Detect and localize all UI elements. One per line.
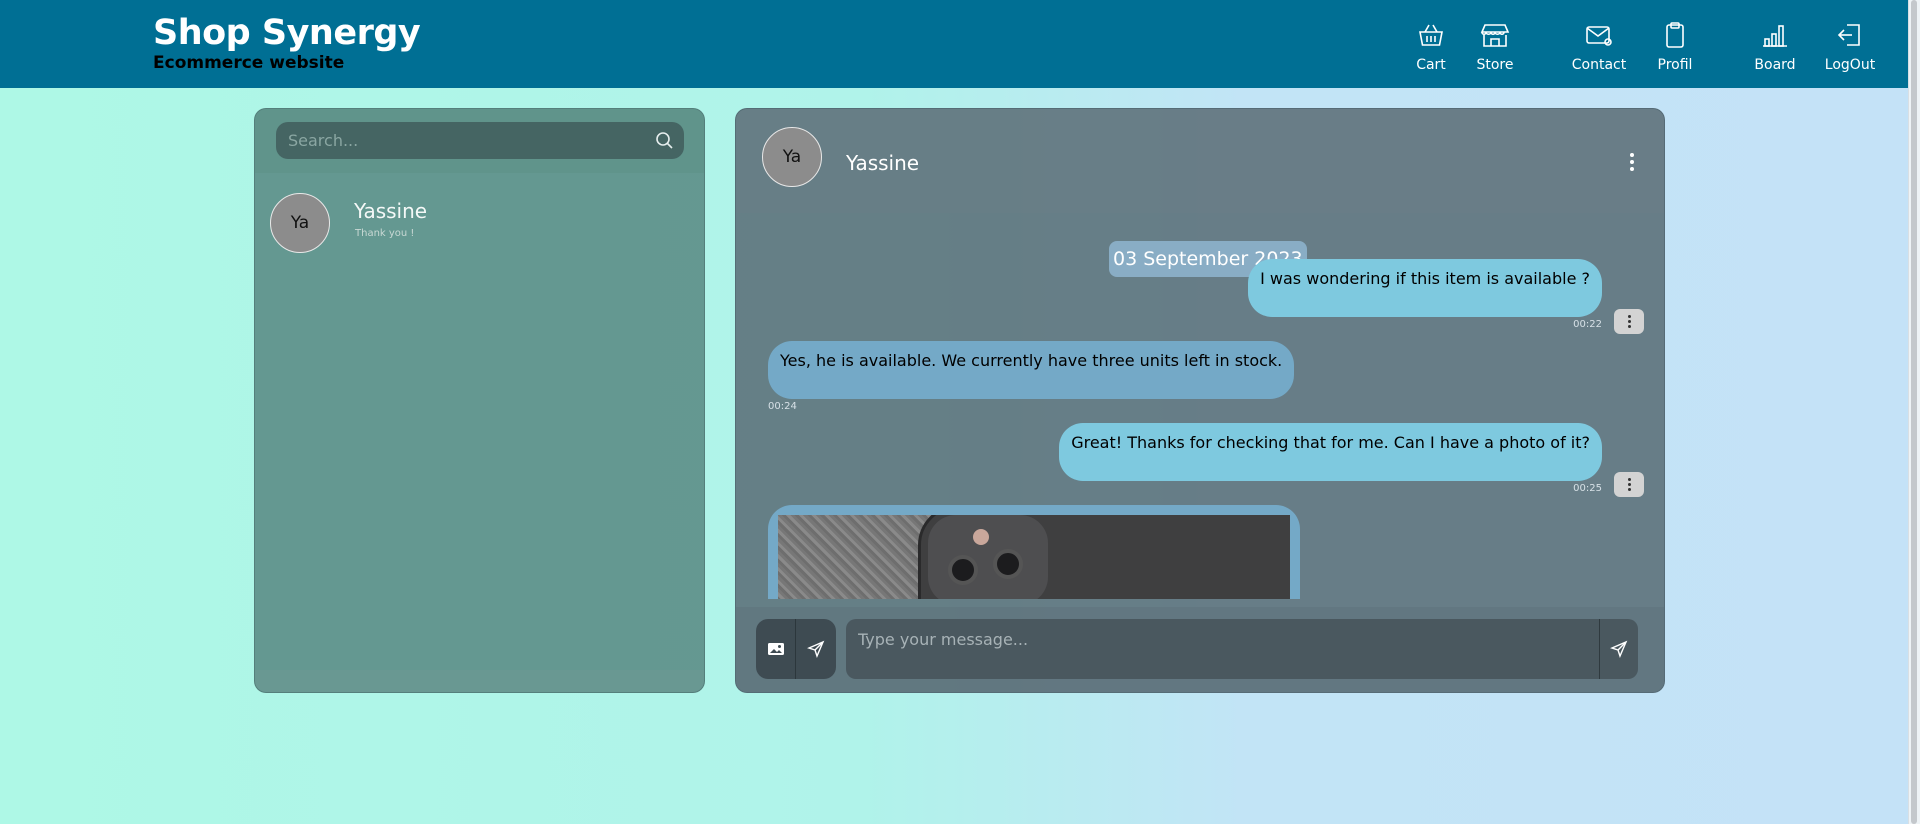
nav-logout[interactable]: LogOut: [1815, 20, 1885, 74]
message-options-button[interactable]: [1614, 309, 1644, 334]
conversation-item[interactable]: Ya Yassine Thank you !: [270, 193, 690, 255]
message-input[interactable]: [858, 619, 1578, 659]
message-text: I was wondering if this item is availabl…: [1260, 269, 1590, 288]
send-button[interactable]: [1600, 619, 1638, 679]
page-scrollbar[interactable]: [1908, 0, 1920, 824]
chat-contact-name: Yassine: [846, 151, 920, 175]
nav-board-label: Board: [1754, 57, 1796, 73]
quick-send-button[interactable]: [796, 619, 836, 679]
nav-cart-label: Cart: [1416, 57, 1446, 73]
message-input-box[interactable]: [846, 619, 1638, 679]
send-icon: [1610, 640, 1628, 658]
message-bubble-incoming: Yes, he is available. We currently have …: [768, 341, 1295, 399]
message-bubble-outgoing: Great! Thanks for checking that for me. …: [1059, 423, 1602, 481]
brand[interactable]: Shop Synergy Ecommerce website: [153, 12, 421, 73]
store-icon: [1480, 24, 1510, 47]
nav-cart[interactable]: Cart: [1396, 20, 1466, 74]
chat-panel: Ya Yassine 03 September 2023 I was wonde…: [735, 108, 1665, 693]
nav-board[interactable]: Board: [1740, 20, 1810, 74]
message-bubble-outgoing: I was wondering if this item is availabl…: [1248, 259, 1602, 317]
message-time: 00:25: [1573, 483, 1602, 494]
brand-subtitle: Ecommerce website: [153, 53, 345, 73]
send-icon: [807, 640, 825, 658]
nav-logout-label: LogOut: [1824, 57, 1876, 73]
search-icon[interactable]: [654, 130, 674, 150]
envelope-at-icon: [1586, 26, 1612, 46]
brand-title: Shop Synergy: [153, 13, 421, 53]
camera-lens: [993, 549, 1023, 579]
top-navbar: Shop Synergy Ecommerce website Cart Stor…: [0, 0, 1908, 88]
clipboard-icon: [1666, 22, 1684, 48]
camera-flash: [973, 529, 989, 545]
camera-lens: [948, 555, 978, 585]
phone-photo[interactable]: [778, 515, 1290, 599]
chat-contact-avatar[interactable]: Ya: [762, 127, 822, 187]
search-input[interactable]: [288, 122, 638, 159]
conversation-sidebar: Ya Yassine Thank you !: [254, 108, 705, 693]
nav-contact-label: Contact: [1571, 57, 1627, 73]
message-options-button[interactable]: [1614, 472, 1644, 497]
sidebar-footer: [255, 670, 704, 692]
message-composer: [736, 607, 1664, 692]
chat-menu-icon[interactable]: [1629, 153, 1635, 173]
attach-image-button[interactable]: [756, 619, 796, 679]
message-time: 00:24: [768, 401, 797, 412]
camera-bump: [928, 515, 1048, 599]
image-icon: [767, 643, 784, 655]
composer-actions: [756, 619, 836, 679]
conversation-name: Yassine: [354, 199, 428, 223]
nav-store[interactable]: Store: [1460, 20, 1530, 74]
basket-icon: [1419, 24, 1443, 46]
chat-header: Ya Yassine: [736, 109, 1664, 213]
message-text: Yes, he is available. We currently have …: [780, 351, 1283, 370]
message-image-bubble[interactable]: [768, 505, 1300, 599]
logout-icon: [1837, 24, 1860, 46]
nav-store-label: Store: [1476, 57, 1514, 73]
message-text: Great! Thanks for checking that for me. …: [1071, 433, 1590, 452]
search-box[interactable]: [276, 122, 684, 159]
message-list[interactable]: 03 September 2023 I was wondering if thi…: [736, 213, 1664, 599]
nav-contact[interactable]: Contact: [1564, 20, 1634, 74]
nav-profil[interactable]: Profil: [1640, 20, 1710, 74]
conversation-last-message: Thank you !: [355, 228, 415, 239]
avatar: Ya: [270, 193, 330, 253]
nav-profil-label: Profil: [1657, 57, 1693, 73]
scrollbar-thumb[interactable]: [1911, 0, 1917, 824]
message-time: 00:22: [1573, 319, 1602, 330]
bar-chart-icon: [1763, 25, 1787, 47]
